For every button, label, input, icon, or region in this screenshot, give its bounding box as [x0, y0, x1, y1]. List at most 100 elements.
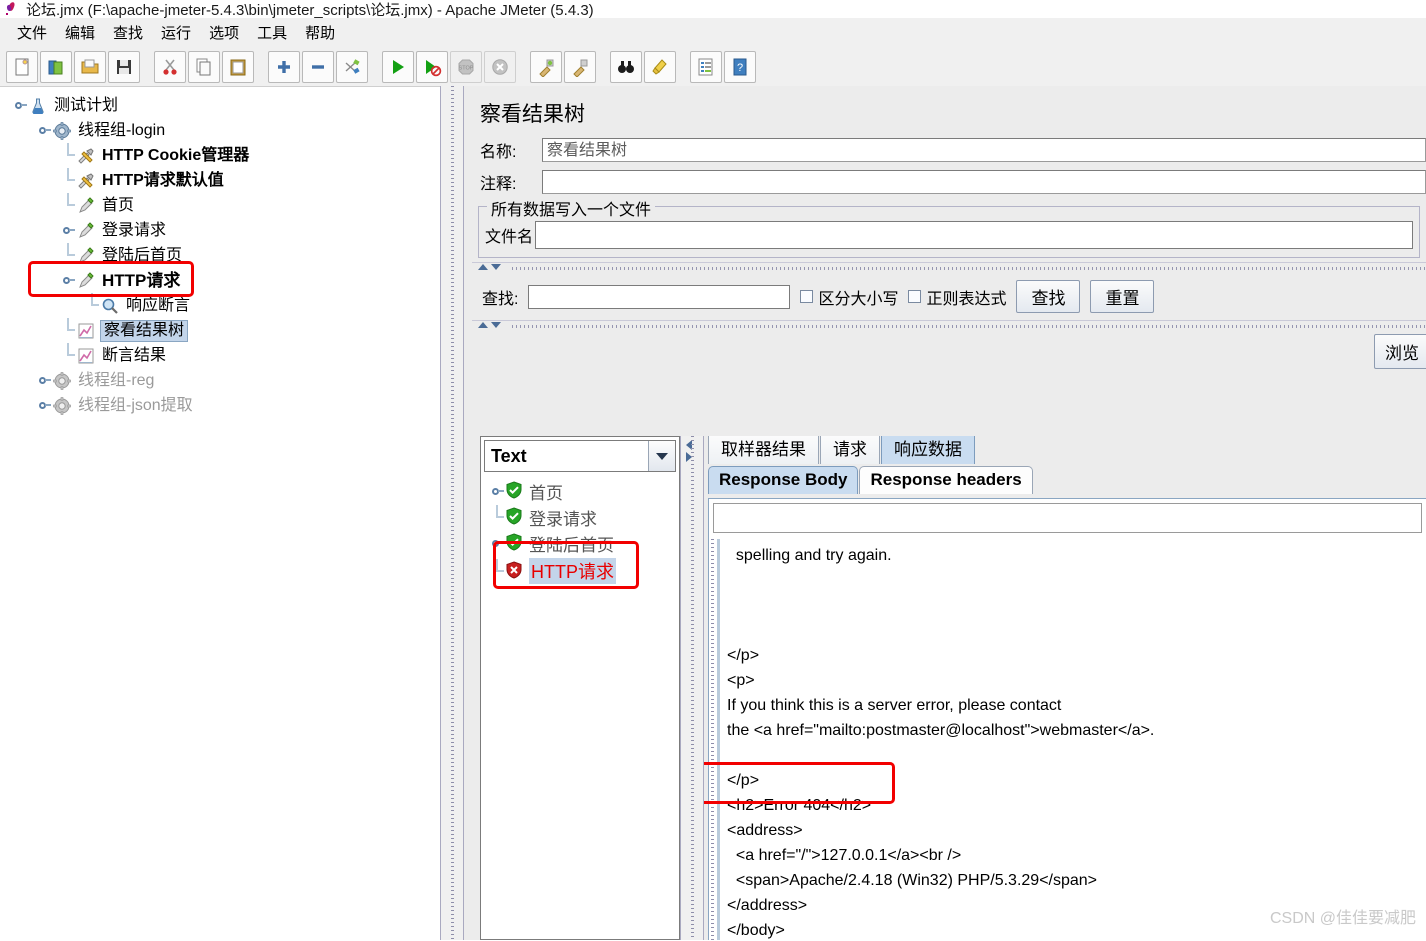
reset-search-icon[interactable] [644, 51, 676, 83]
find-input[interactable] [528, 284, 791, 309]
cut-icon[interactable] [154, 51, 186, 83]
new-file-icon[interactable] [6, 51, 38, 83]
horizontal-splitter-top[interactable] [472, 262, 1426, 273]
browse-button[interactable]: 浏览 [1374, 334, 1426, 369]
results-detail-splitter[interactable] [680, 436, 704, 940]
tree-node-view-results-tree[interactable]: 察看结果树 [6, 318, 440, 343]
filename-row: 文件名 [485, 221, 1413, 249]
filename-input[interactable] [535, 221, 1413, 249]
expand-handle-icon[interactable] [36, 368, 52, 393]
start-icon[interactable] [382, 51, 414, 83]
result-item-http-request[interactable]: HTTP请求 [485, 558, 679, 584]
menu-find[interactable]: 查找 [104, 20, 152, 45]
function-helper-icon[interactable] [690, 51, 722, 83]
results-tree[interactable]: 首页 登录请求 登陆后首页 HTTP请求 [481, 472, 679, 584]
tree-node-http-request[interactable]: HTTP请求 [6, 268, 440, 293]
name-input[interactable]: 察看结果树 [542, 138, 1426, 162]
start-no-timers-icon[interactable] [416, 51, 448, 83]
splitter-down-arrow-icon[interactable] [491, 322, 501, 328]
expand-handle-icon[interactable] [12, 93, 28, 118]
horizontal-splitter-bottom[interactable] [472, 320, 1426, 331]
comment-input[interactable] [542, 170, 1426, 194]
copy-icon[interactable] [188, 51, 220, 83]
shutdown-icon [484, 51, 516, 83]
tab-response-headers[interactable]: Response headers [859, 466, 1033, 494]
page-title: 察看结果树 [480, 103, 585, 126]
result-item-home[interactable]: 首页 [485, 478, 679, 504]
expand-handle-icon[interactable] [489, 479, 505, 504]
menu-options[interactable]: 选项 [200, 20, 248, 45]
clear-all-icon[interactable] [564, 51, 596, 83]
tree-node-test-plan[interactable]: 测试计划 [6, 93, 440, 118]
menu-help[interactable]: 帮助 [296, 20, 344, 45]
expand-handle-icon[interactable] [36, 118, 52, 143]
case-sensitive-checkbox[interactable]: 区分大小写 [800, 285, 898, 309]
templates-icon[interactable] [40, 51, 72, 83]
splitter-down-arrow-icon[interactable] [491, 264, 501, 270]
open-folder-icon[interactable] [74, 51, 106, 83]
tree-connector-icon [60, 318, 76, 343]
tab-response-body[interactable]: Response Body [708, 466, 859, 494]
tree-node-response-assertion[interactable]: 响应断言 [6, 293, 440, 318]
tree-node-sampler-home[interactable]: 首页 [6, 193, 440, 218]
regex-checkbox[interactable]: 正则表达式 [908, 285, 1006, 309]
tree-node-assertion-results[interactable]: 断言结果 [6, 343, 440, 368]
tree-node-thread-group-json[interactable]: 线程组-json提取 [6, 393, 440, 418]
reset-button[interactable]: 重置 [1090, 280, 1155, 313]
csdn-watermark: CSDN @佳佳要减肥 [1269, 910, 1416, 927]
thread-group-disabled-icon [52, 396, 72, 416]
config-tools-icon [76, 171, 96, 191]
tree-node-label: 登录请求 [102, 221, 167, 239]
paste-icon[interactable] [222, 51, 254, 83]
tree-node-thread-group-reg[interactable]: 线程组-reg [6, 368, 440, 393]
result-item-login[interactable]: 登录请求 [485, 504, 679, 530]
menu-edit[interactable]: 编辑 [56, 20, 104, 45]
expand-all-icon[interactable] [268, 51, 300, 83]
toolbar-separator [370, 52, 382, 82]
tree-node-sampler-home-after-login[interactable]: 登陆后首页 [6, 243, 440, 268]
help-icon[interactable]: ? [724, 51, 756, 83]
tree-node-http-request-defaults[interactable]: HTTP请求默认值 [6, 168, 440, 193]
sampler-detail-panel: 取样器结果 请求 响应数据 Response Body Response hea… [704, 436, 1426, 940]
toggle-icon[interactable] [336, 51, 368, 83]
expand-handle-icon[interactable] [60, 268, 76, 293]
menu-run[interactable]: 运行 [152, 20, 200, 45]
test-plan-tree-panel: 测试计划 线程组-login HTTP Cookie管理器 HTTP请求默认值 … [0, 86, 440, 941]
tab-request[interactable]: 请求 [820, 436, 880, 464]
find-bar: 查找: 区分大小写 正则表达式 查找 重置 [472, 273, 1426, 320]
expand-handle-icon[interactable] [60, 218, 76, 243]
result-item-home-after-login[interactable]: 登陆后首页 [485, 530, 679, 556]
menu-file[interactable]: 文件 [8, 20, 56, 45]
splitter-up-arrow-icon[interactable] [478, 322, 488, 328]
detail-tabs: 取样器结果 请求 响应数据 [704, 436, 1426, 464]
splitter-up-arrow-icon[interactable] [478, 264, 488, 270]
tab-sampler-result[interactable]: 取样器结果 [708, 436, 819, 464]
assertion-magnifier-icon [100, 296, 120, 316]
expand-handle-icon[interactable] [36, 393, 52, 418]
save-icon[interactable] [108, 51, 140, 83]
tree-node-http-cookie-manager[interactable]: HTTP Cookie管理器 [6, 143, 440, 168]
tab-response-data[interactable]: 响应数据 [881, 436, 975, 464]
regex-label: 正则表达式 [926, 290, 1007, 308]
checkbox-icon[interactable] [908, 290, 922, 303]
response-body-text[interactable]: spelling and try again. </p> <p> If you … [723, 539, 1426, 940]
tree-node-label: 线程组-json提取 [78, 396, 193, 414]
response-search-input[interactable] [713, 503, 1422, 533]
vertical-splitter[interactable] [440, 86, 464, 940]
test-plan-tree[interactable]: 测试计划 线程组-login HTTP Cookie管理器 HTTP请求默认值 … [0, 87, 440, 418]
find-button[interactable]: 查找 [1016, 280, 1081, 313]
expand-handle-icon[interactable] [489, 531, 505, 556]
checkbox-icon[interactable] [800, 290, 814, 303]
search-binoculars-icon[interactable] [610, 51, 642, 83]
tree-node-thread-group-login[interactable]: 线程组-login [6, 118, 440, 143]
renderer-select[interactable]: Text [484, 440, 676, 472]
clear-icon[interactable] [530, 51, 562, 83]
tree-node-label: 测试计划 [54, 96, 119, 114]
toolbar-separator [598, 52, 610, 82]
tree-node-sampler-login[interactable]: 登录请求 [6, 218, 440, 243]
chevron-down-icon[interactable] [648, 441, 675, 471]
menu-tools[interactable]: 工具 [248, 20, 296, 45]
collapse-all-icon[interactable] [302, 51, 334, 83]
menubar: 文件 编辑 查找 运行 选项 工具 帮助 [0, 18, 1426, 47]
response-body-scroll[interactable]: spelling and try again. </p> <p> If you … [709, 539, 1426, 940]
